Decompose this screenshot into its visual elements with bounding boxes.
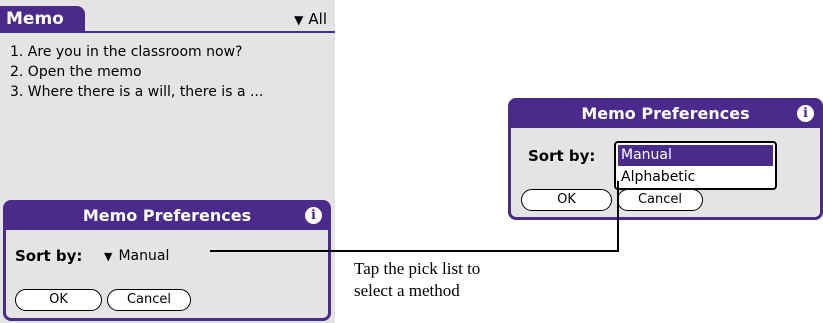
- callout-text: Tap the pick list to select a method: [354, 258, 554, 302]
- connector-line-right: [344, 181, 619, 252]
- callout-line-2: select a method: [354, 281, 460, 300]
- callout-line-1: Tap the pick list to: [354, 259, 481, 278]
